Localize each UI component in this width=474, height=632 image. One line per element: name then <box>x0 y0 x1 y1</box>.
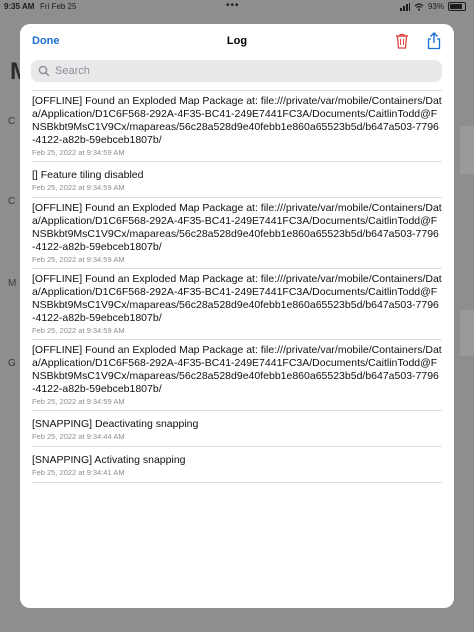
log-sheet: Done Log Search [OFFLINE] Found an Explo… <box>20 24 454 608</box>
log-entry[interactable]: [OFFLINE] Found an Exploded Map Package … <box>32 340 442 411</box>
multitasking-dots-icon[interactable]: ••• <box>226 0 240 11</box>
log-message: [SNAPPING] Activating snapping <box>32 454 186 466</box>
background-block <box>460 126 474 174</box>
battery-percent: 93% <box>427 2 444 11</box>
log-entry[interactable]: [] Feature tiling disabled Feb 25, 2022 … <box>32 162 442 198</box>
background-block <box>460 310 474 356</box>
log-entry[interactable]: [SNAPPING] Activating snapping Feb 25, 2… <box>32 447 442 483</box>
cellular-signal-icon <box>399 2 410 11</box>
log-timestamp: Feb 25, 2022 at 9:34:44 AM <box>32 432 125 441</box>
log-message: [SNAPPING] Deactivating snapping <box>32 418 199 430</box>
sheet-title: Log <box>226 35 248 47</box>
log-timestamp: Feb 25, 2022 at 9:34:59 AM <box>32 148 125 157</box>
share-icon[interactable] <box>426 32 442 50</box>
log-timestamp: Feb 25, 2022 at 9:34:59 AM <box>32 326 125 335</box>
search-icon <box>38 65 50 77</box>
log-timestamp: Feb 25, 2022 at 9:34:59 AM <box>32 397 125 406</box>
log-message: [OFFLINE] Found an Exploded Map Package … <box>32 202 442 253</box>
log-list[interactable]: [OFFLINE] Found an Exploded Map Package … <box>32 90 442 483</box>
search-field[interactable]: Search <box>31 60 442 82</box>
log-timestamp: Feb 25, 2022 at 9:34:41 AM <box>32 468 125 477</box>
background-label: G <box>8 358 16 369</box>
log-entry[interactable]: [SNAPPING] Deactivating snapping Feb 25,… <box>32 411 442 447</box>
battery-icon <box>448 2 466 11</box>
status-time: 9:35 AM <box>4 2 35 11</box>
log-message: [] Feature tiling disabled <box>32 169 144 181</box>
search-placeholder: Search <box>55 65 90 77</box>
log-message: [OFFLINE] Found an Exploded Map Package … <box>32 95 442 146</box>
status-date: Fri Feb 25 <box>40 2 77 11</box>
log-timestamp: Feb 25, 2022 at 9:34:59 AM <box>32 183 125 192</box>
log-message: [OFFLINE] Found an Exploded Map Package … <box>32 273 442 324</box>
background-label: C <box>8 196 16 207</box>
background-label: M <box>8 278 17 289</box>
wifi-icon <box>414 2 424 11</box>
log-entry[interactable]: [OFFLINE] Found an Exploded Map Package … <box>32 198 442 269</box>
trash-icon[interactable] <box>394 32 410 50</box>
log-message: [OFFLINE] Found an Exploded Map Package … <box>32 344 442 395</box>
log-entry[interactable]: [OFFLINE] Found an Exploded Map Package … <box>32 91 442 162</box>
nav-bar: Done Log <box>20 24 454 62</box>
background-label: C <box>8 116 16 127</box>
status-indicators: 93% <box>399 2 466 11</box>
status-bar: 9:35 AM Fri Feb 25 ••• 93% <box>0 0 474 14</box>
log-entry[interactable]: [OFFLINE] Found an Exploded Map Package … <box>32 269 442 340</box>
log-timestamp: Feb 25, 2022 at 9:34:59 AM <box>32 255 125 264</box>
